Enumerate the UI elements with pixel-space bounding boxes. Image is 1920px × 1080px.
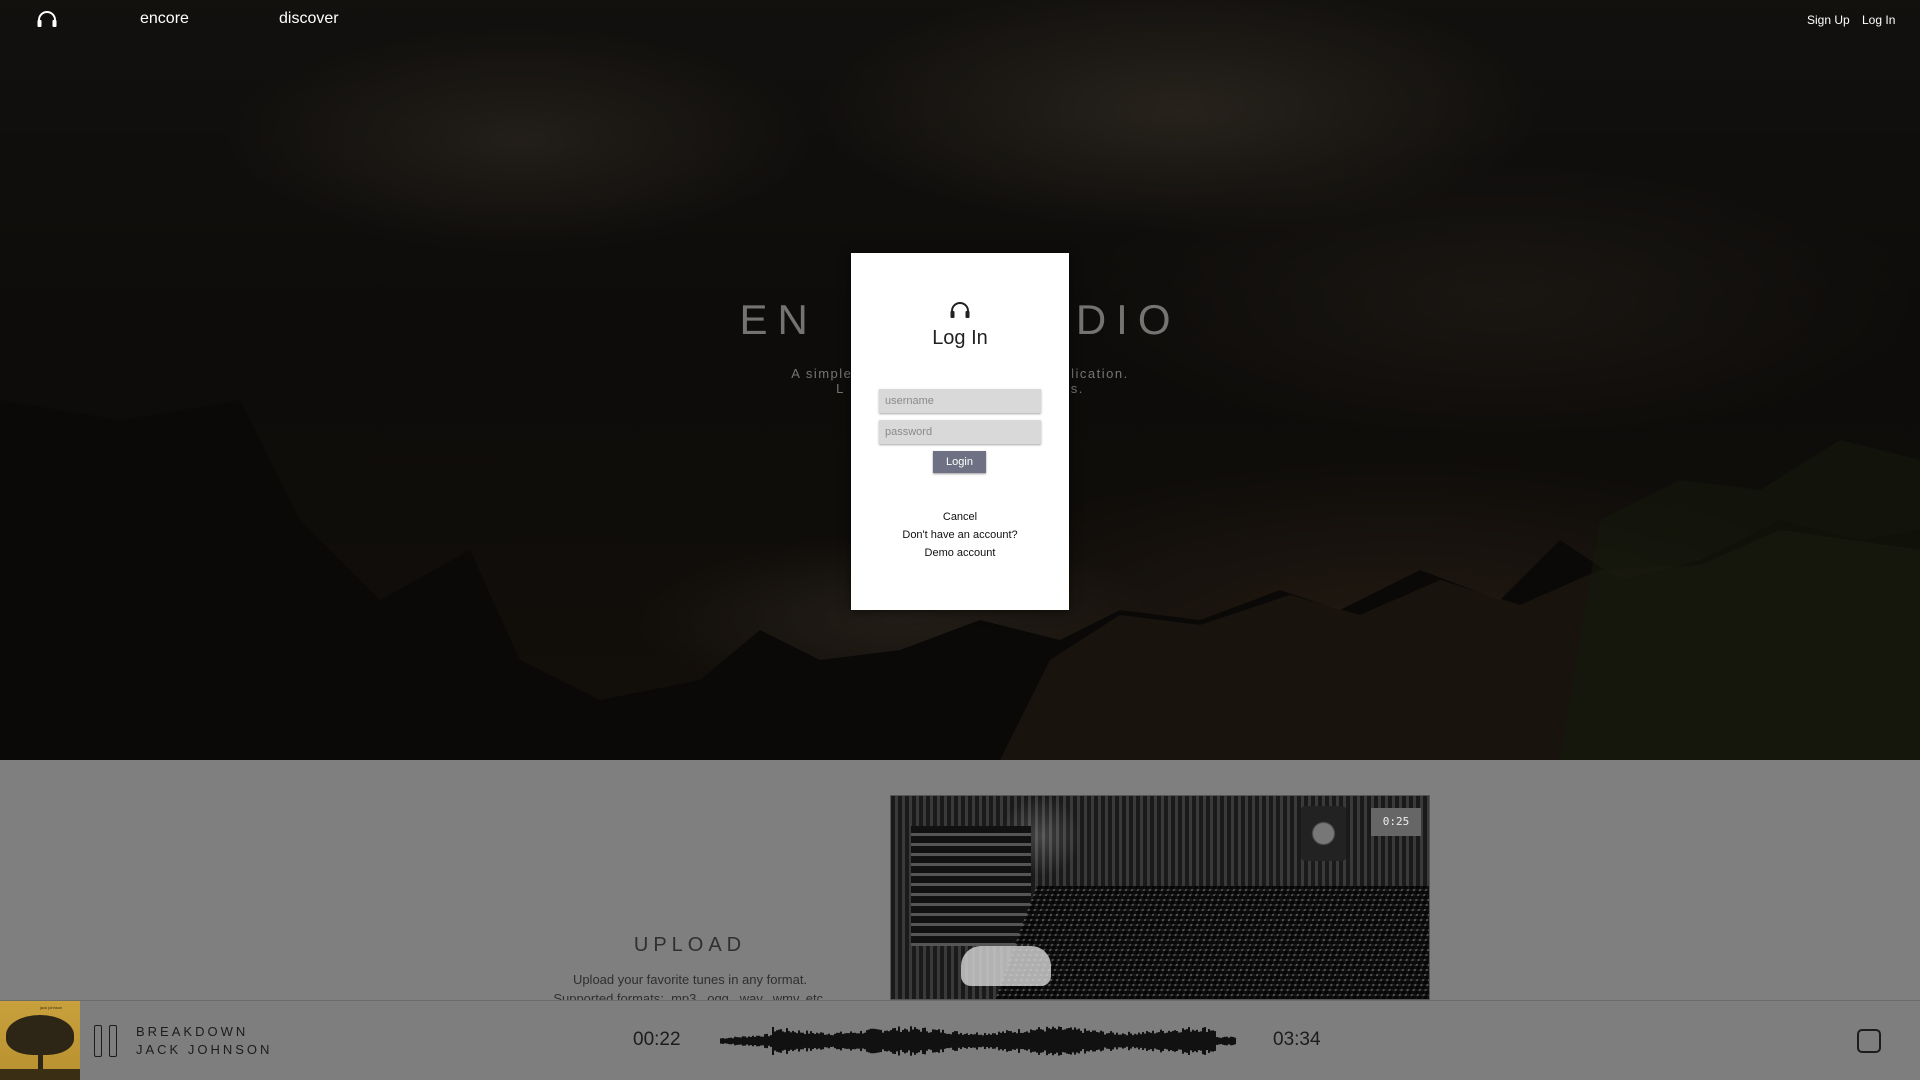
track-artist: JACK JOHNSON: [136, 1042, 273, 1057]
top-nav: encore discover Sign Up Log In: [0, 0, 1920, 40]
track-title: BREAKDOWN: [136, 1024, 249, 1039]
upload-line1: Upload your favorite tunes in any format…: [572, 972, 808, 987]
headphones-icon[interactable]: [36, 10, 58, 28]
login-button[interactable]: Login: [933, 451, 986, 473]
signup-link[interactable]: Sign Up: [1807, 13, 1850, 27]
time-total: 03:34: [1273, 1029, 1321, 1050]
signup-prompt-link[interactable]: Don't have an account?: [851, 529, 1069, 541]
username-field[interactable]: [879, 389, 1041, 413]
nav-discover-link[interactable]: discover: [279, 10, 339, 28]
login-modal: Log In Login Cancel Don't have an accoun…: [851, 253, 1069, 610]
studio-image: 0:25: [890, 795, 1430, 1000]
password-field[interactable]: [879, 420, 1041, 444]
demo-account-link[interactable]: Demo account: [851, 547, 1069, 559]
cancel-link[interactable]: Cancel: [851, 511, 1069, 523]
album-art: jack johnson: [0, 1001, 80, 1080]
modal-title: Log In: [932, 327, 988, 349]
upload-title: UPLOAD: [633, 934, 747, 956]
album-caption: jack johnson: [40, 1005, 63, 1010]
player-bar: jack johnson BREAKDOWN JACK JOHNSON 00:2…: [0, 1000, 1920, 1080]
headphones-icon: [950, 302, 970, 318]
upload-description: Upload your favorite tunes in any format…: [520, 970, 860, 1000]
nav-encore-link[interactable]: encore: [140, 10, 189, 28]
login-link[interactable]: Log In: [1862, 13, 1895, 27]
pause-icon: [94, 1025, 102, 1057]
time-current: 00:22: [633, 1029, 681, 1050]
stop-button[interactable]: [1857, 1029, 1881, 1053]
upload-section: UPLOAD Upload your favorite tunes in any…: [0, 760, 1920, 1000]
waveform-seekbar[interactable]: [720, 1019, 1236, 1063]
pause-button[interactable]: [93, 1025, 119, 1057]
upload-line2: Supported formats: .mp3, .ogg, .wav, .wm…: [553, 991, 827, 1000]
studio-meter-readout: 0:25: [1371, 808, 1421, 836]
